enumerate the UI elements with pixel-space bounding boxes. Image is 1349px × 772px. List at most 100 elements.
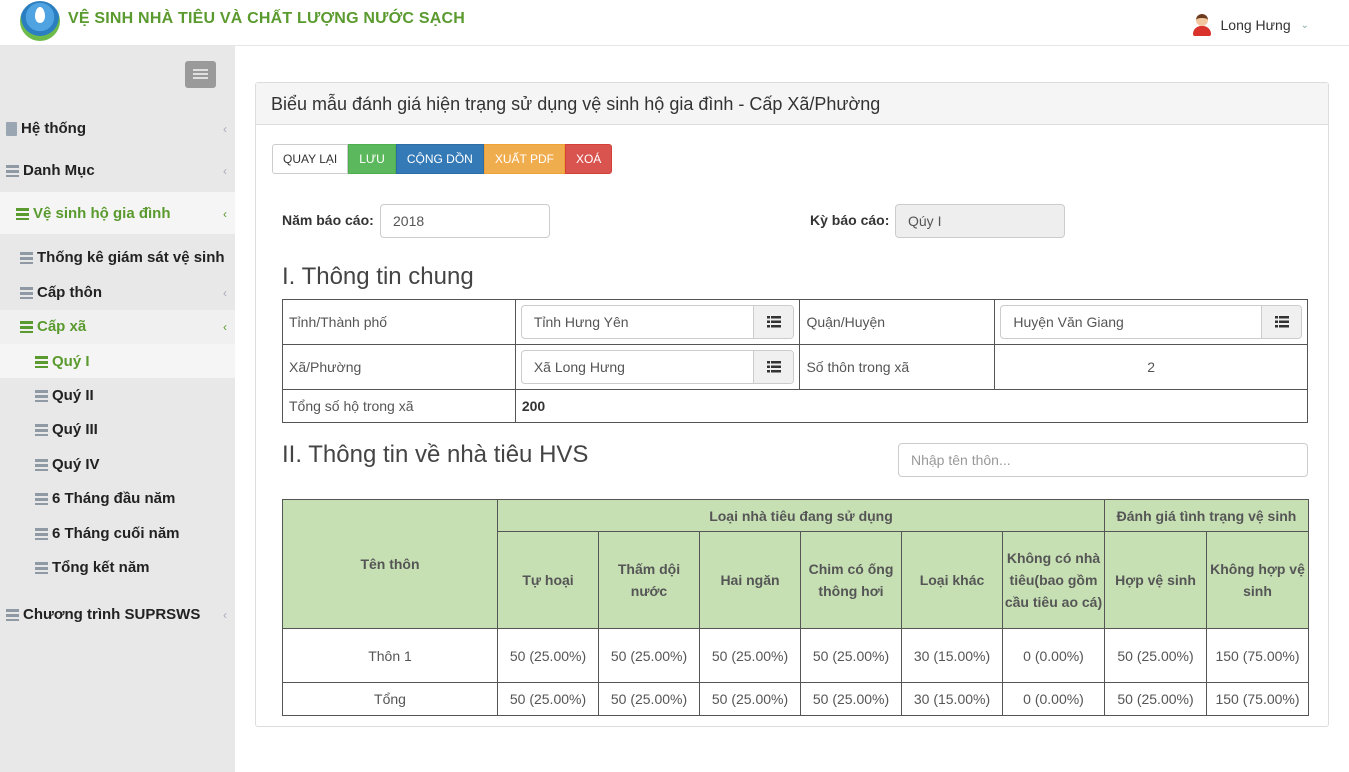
delete-button[interactable]: XOÁ	[564, 144, 613, 174]
chevron-down-icon: ⌄	[1300, 19, 1309, 31]
commune-value: Xã Long Hưng	[533, 359, 625, 375]
table-row[interactable]: Thôn 1 50 (25.00%) 50 (25.00%) 50 (25.00…	[282, 628, 1309, 683]
table-cell: 150 (75.00%)	[1206, 682, 1309, 716]
district-label: Quận/Huyện	[799, 299, 996, 345]
accumulate-button[interactable]: CỘNG DỒN	[395, 144, 484, 174]
top-bar: VỆ SINH NHÀ TIÊU VÀ CHẤT LƯỢNG NƯỚC SẠCH…	[0, 0, 1349, 46]
chevron-left-icon: ‹	[223, 206, 227, 221]
user-avatar-icon	[1191, 14, 1213, 36]
sidebar-item-he-thong[interactable]: Hệ thống ‹	[6, 120, 241, 137]
commune-picker-button[interactable]	[753, 351, 794, 383]
sidebar-item-quy-3[interactable]: Quý III	[35, 421, 270, 438]
user-name: Long Hưng	[1220, 17, 1291, 33]
app-logo-icon	[20, 1, 60, 41]
col-header: Hợp vệ sinh	[1104, 531, 1207, 629]
table-cell: 50 (25.00%)	[699, 628, 801, 683]
section-general-info-title: I. Thông tin chung	[282, 263, 474, 290]
latrine-table: Tên thôn Loại nhà tiêu đang sử dụng Đánh…	[282, 499, 1309, 716]
table-cell: 30 (15.00%)	[901, 682, 1003, 716]
sidebar-item-danh-muc[interactable]: Danh Mục ‹	[6, 162, 241, 179]
total-label: Tổng	[282, 682, 498, 716]
sidebar-item-ve-sinh-ho-gia-dinh[interactable]: Vệ sinh hộ gia đình ‹	[16, 205, 251, 222]
district-picker-button[interactable]	[1261, 306, 1301, 338]
server-icon	[35, 423, 48, 436]
list-icon	[1275, 316, 1289, 328]
menu-toggle-button[interactable]	[185, 61, 216, 88]
col-village-header: Tên thôn	[282, 499, 498, 629]
chevron-left-icon: ‹	[223, 607, 227, 622]
export-pdf-button[interactable]: XUẤT PDF	[483, 144, 565, 174]
col-header: Không có nhà tiêu(bao gồm cầu tiêu ao cá…	[1002, 531, 1105, 629]
chevron-left-icon: ‹	[223, 163, 227, 178]
village-search-input[interactable]: Nhập tên thôn...	[898, 443, 1308, 477]
period-label: Kỳ báo cáo:	[810, 212, 890, 228]
col-header: Tự hoại	[497, 531, 599, 629]
col-header: Chim có ống thông hơi	[800, 531, 902, 629]
server-icon	[35, 458, 48, 471]
sidebar-item-thong-ke[interactable]: Thống kê giám sát vệ sinh	[20, 249, 255, 266]
list-icon	[767, 361, 782, 373]
server-icon	[35, 492, 48, 505]
server-icon	[35, 389, 48, 402]
households-value: 200	[514, 389, 1309, 423]
group-eval-header: Đánh giá tình trạng vệ sinh	[1104, 499, 1309, 532]
sidebar-item-6-thang-dau[interactable]: 6 Tháng đầu năm	[35, 490, 270, 507]
server-icon	[35, 355, 48, 368]
table-cell: 30 (15.00%)	[901, 628, 1003, 683]
server-icon	[35, 561, 48, 574]
general-info-table: Tỉnh/Thành phố Tỉnh Hưng Yên Quận/Huyện …	[282, 299, 1309, 423]
sidebar-item-quy-1[interactable]: Quý I	[35, 353, 270, 370]
table-cell: 50 (25.00%)	[598, 682, 700, 716]
list-icon	[6, 164, 19, 177]
group-types-header: Loại nhà tiêu đang sử dụng	[497, 499, 1105, 532]
file-icon	[6, 121, 17, 136]
server-icon	[20, 251, 33, 264]
commune-select[interactable]: Xã Long Hưng	[520, 350, 795, 384]
district-select[interactable]: Huyện Văn Giang	[1000, 305, 1302, 339]
province-select[interactable]: Tỉnh Hưng Yên	[520, 305, 795, 339]
table-cell: 50 (25.00%)	[1104, 628, 1207, 683]
sidebar-item-6-thang-cuoi[interactable]: 6 Tháng cuối năm	[35, 525, 270, 542]
year-input[interactable]: 2018	[380, 204, 550, 238]
village-name: Thôn 1	[282, 628, 498, 683]
sidebar: Hệ thống ‹ Danh Mục ‹ Vệ sinh hộ gia đìn…	[0, 46, 235, 772]
households-label: Tổng số hộ trong xã	[282, 389, 516, 423]
table-cell: 50 (25.00%)	[800, 682, 902, 716]
col-header: Hai ngăn	[699, 531, 801, 629]
sidebar-item-tong-ket-nam[interactable]: Tổng kết năm	[35, 559, 270, 576]
col-header: Loại khác	[901, 531, 1003, 629]
table-total-row: Tổng 50 (25.00%) 50 (25.00%) 50 (25.00%)…	[282, 682, 1309, 716]
sidebar-item-quy-2[interactable]: Quý II	[35, 387, 270, 404]
province-value: Tỉnh Hưng Yên	[533, 314, 629, 330]
app-title: VỆ SINH NHÀ TIÊU VÀ CHẤT LƯỢNG NƯỚC SẠCH	[68, 10, 465, 27]
sidebar-item-cap-xa[interactable]: Cấp xã ‹	[20, 318, 255, 335]
chevron-left-icon: ‹	[223, 285, 227, 300]
col-header: Thấm dội nước	[598, 531, 700, 629]
period-input[interactable]: Qúy I	[895, 204, 1065, 238]
table-cell: 50 (25.00%)	[598, 628, 700, 683]
save-button[interactable]: LƯU	[348, 144, 396, 174]
section-latrine-info-title: II. Thông tin về nhà tiêu HVS	[282, 441, 589, 468]
table-cell: 50 (25.00%)	[497, 682, 599, 716]
table-cell: 50 (25.00%)	[800, 628, 902, 683]
table-cell: 50 (25.00%)	[1104, 682, 1207, 716]
server-icon	[20, 286, 33, 299]
report-panel: Biểu mẫu đánh giá hiện trạng sử dụng vệ …	[255, 82, 1329, 727]
villages-label: Số thôn trong xã	[799, 344, 996, 390]
province-picker-button[interactable]	[753, 306, 794, 338]
col-header: Không hợp vệ sinh	[1206, 531, 1309, 629]
chevron-left-icon: ‹	[223, 319, 227, 334]
table-cell: 50 (25.00%)	[497, 628, 599, 683]
toolbar: QUAY LẠI LƯU CỘNG DỒN XUẤT PDF XOÁ	[272, 144, 613, 174]
district-value: Huyện Văn Giang	[1013, 314, 1124, 330]
sidebar-item-suprsws[interactable]: Chương trình SUPRSWS ‹	[6, 606, 241, 623]
villages-value: 2	[994, 344, 1308, 390]
year-label: Năm báo cáo:	[282, 212, 374, 228]
server-icon	[20, 320, 33, 333]
server-icon	[6, 608, 19, 621]
back-button[interactable]: QUAY LẠI	[272, 144, 349, 174]
sidebar-item-quy-4[interactable]: Quý IV	[35, 456, 270, 473]
table-cell: 0 (0.00%)	[1002, 682, 1105, 716]
sidebar-item-cap-thon[interactable]: Cấp thôn ‹	[20, 284, 255, 301]
user-menu[interactable]: Long Hưng ⌄	[1191, 14, 1309, 36]
